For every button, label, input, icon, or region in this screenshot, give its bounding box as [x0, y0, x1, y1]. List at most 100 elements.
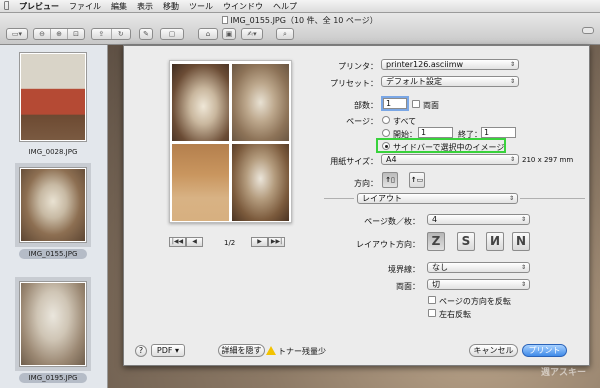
rotate-icon[interactable]: ↻ — [112, 29, 131, 39]
thumbnail-frame — [15, 163, 91, 247]
share-icon[interactable]: ⇪ — [92, 29, 112, 39]
zoom-in-icon[interactable]: ⊕ — [51, 29, 68, 39]
pdf-menu-button[interactable]: PDF ▾ — [151, 344, 185, 357]
prev-page-button[interactable]: ◀ — [186, 237, 203, 247]
zoom-out-icon[interactable]: ⊖ — [34, 29, 51, 39]
pages-per-sheet-label: ページ数／枚： — [364, 217, 420, 226]
chevron-down-icon: ▾ — [172, 346, 180, 355]
view-menu-button[interactable]: ▭▾ — [6, 28, 28, 40]
menu-edit[interactable]: 編集 — [106, 1, 132, 12]
menu-file[interactable]: ファイル — [64, 1, 106, 12]
shapes-icon: ▢ — [168, 30, 176, 38]
preview-next-last: ▶ ▶▶| — [251, 237, 285, 247]
first-page-button[interactable]: |◀◀ — [169, 237, 186, 247]
print-button[interactable]: プリント — [522, 344, 567, 357]
next-page-button[interactable]: ▶ — [251, 237, 268, 247]
border-popup[interactable]: なし ⇕ — [427, 262, 530, 273]
edit-icon: ▣ — [225, 30, 233, 38]
thumbnail-frame — [19, 52, 87, 142]
pdf-label: PDF — [156, 346, 173, 355]
preset-value: デフォルト設定 — [386, 77, 442, 86]
markup-button[interactable]: ▢ — [160, 28, 184, 40]
preview-image — [232, 64, 289, 141]
share-control[interactable]: ⇪ ↻ — [91, 28, 131, 40]
search-button[interactable]: ⌕ — [276, 28, 294, 40]
thumbnail-item[interactable]: IMG_0195.JPG — [15, 277, 91, 383]
two-sided-value: 切 — [432, 280, 440, 289]
pages-per-sheet-value: 4 — [432, 215, 438, 224]
paper-size-popup[interactable]: A4 ⇕ — [381, 154, 519, 165]
thumbnail-item[interactable]: IMG_0028.JPG — [19, 52, 87, 156]
toolbar-toggle-button[interactable] — [582, 27, 594, 34]
print-preview-page — [169, 60, 292, 223]
printer-label: プリンタ： — [338, 62, 378, 71]
layout-n-reverse-button[interactable]: И — [486, 232, 504, 251]
window-titlebar: IMG_0155.JPG（10 件、全 10 ページ） ▭▾ ⊖ ⊕ ⊡ ⇪ ↻… — [0, 13, 600, 45]
zoom-control[interactable]: ⊖ ⊕ ⊡ — [33, 28, 85, 40]
pages-per-sheet-popup[interactable]: 4 ⇕ — [427, 214, 530, 225]
preset-popup[interactable]: デフォルト設定 ⇕ — [381, 76, 519, 87]
thumbnail-item-selected[interactable]: IMG_0155.JPG — [15, 163, 91, 259]
pages-range-radio[interactable] — [382, 129, 390, 137]
border-value: なし — [432, 263, 448, 272]
printer-value: printer126.asciimw — [386, 60, 464, 69]
landscape-button[interactable]: ↑▭ — [409, 172, 425, 188]
section-value: レイアウト — [362, 194, 402, 203]
pages-from-field[interactable]: 1 — [418, 127, 453, 138]
thumbnail-sidebar: IMG_0028.JPG IMG_0155.JPG IMG_0195.JPG — [0, 45, 108, 388]
layout-n-button[interactable]: N — [512, 232, 530, 251]
layout-z-icon: Z — [431, 234, 441, 248]
hide-details-button[interactable]: 詳細を隠す — [218, 344, 265, 357]
printer-popup[interactable]: printer126.asciimw ⇕ — [381, 59, 519, 70]
popup-arrows-icon: ⇕ — [508, 195, 514, 202]
pages-sidebar-selection-radio[interactable] — [382, 142, 390, 150]
pages-all-radio[interactable] — [382, 116, 390, 124]
flip-horizontal-checkbox[interactable] — [428, 309, 436, 317]
pencil-icon: ✎ — [143, 30, 149, 38]
popup-arrows-icon: ⇕ — [509, 156, 515, 163]
annotate-button[interactable]: ✎ — [139, 28, 153, 40]
menu-tools[interactable]: ツール — [184, 1, 218, 12]
pages-to-field[interactable]: 1 — [481, 127, 516, 138]
reverse-orientation-checkbox[interactable] — [428, 296, 436, 304]
portrait-button[interactable]: ↑▯ — [382, 172, 398, 188]
flip-horizontal-label: 左右反転 — [439, 310, 471, 319]
window-title: IMG_0155.JPG（10 件、全 10 ページ） — [0, 15, 600, 26]
menu-view[interactable]: 表示 — [132, 1, 158, 12]
cancel-button[interactable]: キャンセル — [469, 344, 518, 357]
menu-help[interactable]: ヘルプ — [268, 1, 302, 12]
section-popup[interactable]: レイアウト ⇕ — [357, 193, 518, 204]
zoom-fit-icon[interactable]: ⊡ — [68, 29, 84, 39]
layout-z-button[interactable]: Z — [427, 232, 445, 251]
help-button[interactable]: ? — [135, 345, 147, 357]
page-indicator: 1/2 — [224, 239, 236, 247]
popup-arrows-icon: ⇕ — [520, 281, 526, 288]
signature-button[interactable]: ✍▾ — [241, 28, 263, 40]
thumbnail-image — [21, 54, 85, 140]
layout-s-button[interactable]: S — [457, 232, 475, 251]
preview-first-prev: |◀◀ ◀ — [169, 237, 203, 247]
signature-icon: ✍▾ — [247, 30, 257, 38]
menu-preview[interactable]: プレビュー — [14, 1, 64, 12]
search-icon: ⌕ — [283, 29, 287, 38]
section-divider-right — [520, 198, 585, 199]
menu-go[interactable]: 移動 — [158, 1, 184, 12]
home-icon: ⌂ — [205, 30, 211, 38]
print-dialog: |◀◀ ◀ 1/2 ▶ ▶▶| プリンタ： printer126.asciimw… — [123, 45, 590, 366]
pages-all-label: すべて — [393, 117, 417, 126]
apple-menu-icon[interactable]:  — [4, 1, 14, 11]
two-sided-popup[interactable]: 切 ⇕ — [427, 279, 530, 290]
thumbnail-label: IMG_0028.JPG — [28, 148, 78, 156]
duplex-checkbox[interactable] — [412, 100, 420, 108]
menu-window[interactable]: ウインドウ — [218, 1, 268, 12]
info-button[interactable]: ⌂ — [198, 28, 218, 40]
popup-arrows-icon: ⇕ — [509, 78, 515, 85]
copies-field[interactable]: 1 — [383, 98, 407, 109]
watermark: 週アスキー — [540, 368, 586, 378]
section-divider-left — [324, 198, 354, 199]
edit-button[interactable]: ▣ — [222, 28, 236, 40]
sidebar-icon: ▭▾ — [11, 30, 23, 38]
two-sided-label: 両面： — [396, 282, 420, 291]
last-page-button[interactable]: ▶▶| — [268, 237, 285, 247]
orientation-label: 方向： — [354, 179, 378, 188]
